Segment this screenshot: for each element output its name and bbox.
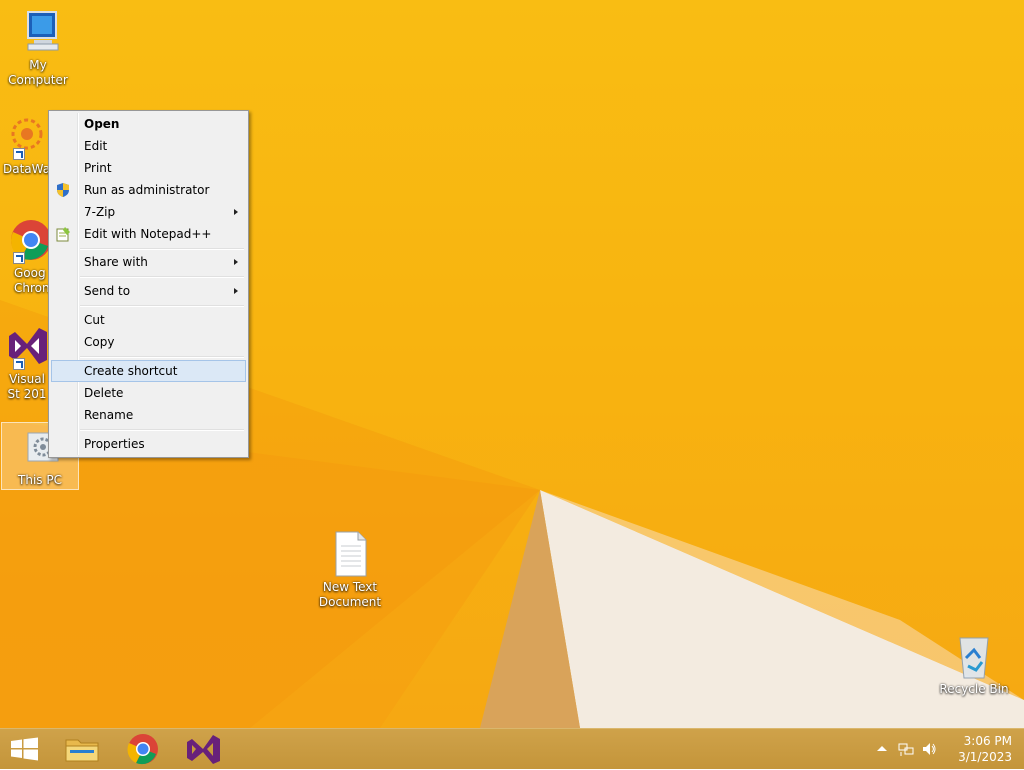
clock-time: 3:06 PM xyxy=(963,734,1012,748)
desktop-icon-label: Visual St 201 xyxy=(7,372,47,401)
volume-icon[interactable] xyxy=(921,741,937,757)
menu-separator xyxy=(80,429,244,431)
desktop-icon-label: DataWag xyxy=(3,162,50,176)
start-button[interactable] xyxy=(0,731,56,767)
submenu-arrow-icon xyxy=(234,259,238,265)
menu-separator xyxy=(80,305,244,307)
system-clock[interactable]: 3:06 PM 3/1/2023 xyxy=(942,733,1012,765)
uac-shield-icon xyxy=(55,182,71,198)
shortcut-arrow-icon xyxy=(13,358,25,370)
menu-item-label: Cut xyxy=(84,313,105,327)
shortcut-arrow-icon xyxy=(13,252,25,264)
menu-item-label: Print xyxy=(84,161,112,175)
network-icon[interactable] xyxy=(898,741,914,757)
menu-item-edit-with-notepad-plus-plus[interactable]: Edit with Notepad++ xyxy=(51,223,246,245)
menu-item-rename[interactable]: Rename xyxy=(51,404,246,426)
menu-item-label: Edit xyxy=(84,139,108,153)
shortcut-arrow-icon xyxy=(13,148,25,160)
menu-separator xyxy=(80,276,244,278)
menu-item-copy[interactable]: Copy xyxy=(51,331,246,353)
desktop-icon-label: This PC xyxy=(18,473,62,487)
context-menu: Open Edit Print Run as administrator 7-Z… xyxy=(48,110,249,458)
submenu-arrow-icon xyxy=(234,288,238,294)
menu-item-share-with[interactable]: Share with xyxy=(51,251,246,273)
desktop-icon-label: My Computer xyxy=(8,58,68,87)
desktop-icon-visual-studio[interactable]: Visual St 201 xyxy=(0,322,50,402)
menu-item-label: Copy xyxy=(84,335,115,349)
desktop-icon-datawag[interactable]: DataWag xyxy=(0,112,50,177)
chrome-icon xyxy=(1,216,50,264)
desktop-icon-new-text-document[interactable]: New Text Document xyxy=(312,530,388,610)
desktop-icon-google-chrome[interactable]: Goog Chron xyxy=(0,216,50,296)
text-document-icon xyxy=(326,530,374,578)
menu-item-properties[interactable]: Properties xyxy=(51,433,246,455)
file-explorer-icon xyxy=(65,739,99,762)
menu-item-send-to[interactable]: Send to xyxy=(51,280,246,302)
desktop-icon-label: Recycle Bin xyxy=(939,682,1009,696)
taskbar-file-explorer[interactable] xyxy=(56,731,112,767)
recycle-bin-icon xyxy=(950,632,998,680)
menu-item-label: Rename xyxy=(84,408,134,422)
menu-separator xyxy=(80,248,244,250)
menu-item-label: Open xyxy=(84,117,120,131)
taskbar-visual-studio[interactable] xyxy=(176,731,232,767)
menu-item-label: Properties xyxy=(84,437,145,451)
menu-item-print[interactable]: Print xyxy=(51,157,246,179)
menu-item-open[interactable]: Open xyxy=(51,113,246,135)
visual-studio-icon xyxy=(187,735,220,764)
taskbar-chrome[interactable] xyxy=(116,731,172,767)
menu-item-edit[interactable]: Edit xyxy=(51,135,246,157)
windows-start-icon xyxy=(11,737,38,761)
taskbar: 3:06 PM 3/1/2023 xyxy=(0,728,1024,769)
chrome-icon xyxy=(127,734,158,765)
visual-studio-icon xyxy=(1,322,49,370)
computer-icon xyxy=(14,8,62,56)
menu-item-7-zip[interactable]: 7-Zip xyxy=(51,201,246,223)
menu-item-label: 7-Zip xyxy=(84,205,116,219)
menu-item-label: Create shortcut xyxy=(84,364,178,378)
menu-item-delete[interactable]: Delete xyxy=(51,382,246,404)
menu-item-label: Send to xyxy=(84,284,131,298)
submenu-arrow-icon xyxy=(234,209,238,215)
menu-item-run-as-administrator[interactable]: Run as administrator xyxy=(51,179,246,201)
menu-separator xyxy=(80,356,244,358)
desktop-icon-my-computer[interactable]: My Computer xyxy=(0,8,76,88)
clock-date: 3/1/2023 xyxy=(958,750,1012,764)
menu-item-label: Edit with Notepad++ xyxy=(84,227,212,241)
desktop-icon-recycle-bin[interactable]: Recycle Bin xyxy=(936,632,1012,697)
desktop-icon-label: New Text Document xyxy=(318,580,382,609)
menu-item-label: Delete xyxy=(84,386,124,400)
menu-item-label: Run as administrator xyxy=(84,183,210,197)
menu-item-create-shortcut[interactable]: Create shortcut xyxy=(51,360,246,382)
show-hidden-icons[interactable] xyxy=(874,741,890,757)
menu-item-label: Share with xyxy=(84,255,148,269)
menu-item-cut[interactable]: Cut xyxy=(51,309,246,331)
notepad-plus-plus-icon xyxy=(55,226,71,242)
datawag-icon xyxy=(1,112,49,160)
desktop-icon-label: Goog Chron xyxy=(14,266,50,295)
